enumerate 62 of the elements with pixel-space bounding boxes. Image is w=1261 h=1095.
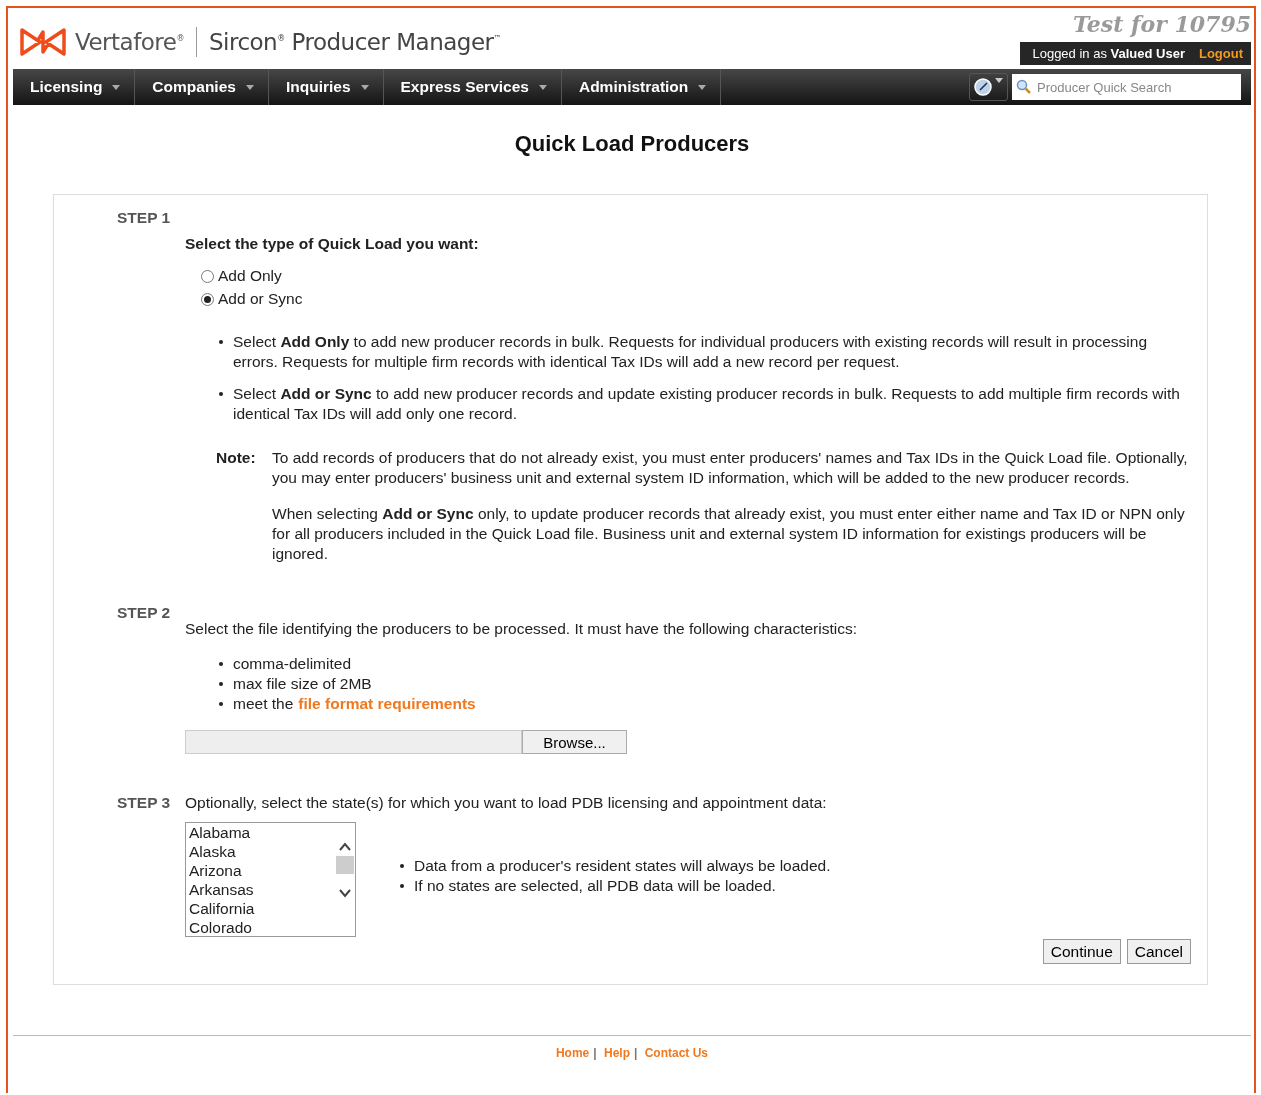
brand-name: Vertafore$^{®}$ [75,28,184,55]
state-option[interactable]: Alabama [189,823,335,842]
caret-icon [112,84,121,90]
step-label: STEP 3 [117,794,172,813]
radio-button[interactable] [201,269,214,283]
nav-menu[interactable]: Licensing [13,69,136,105]
history-button[interactable] [969,73,1008,101]
bullet-text: Select Add or Sync to add new producer records and update existing producer records in bulk. Requests to add multiple firm records with identical Tax IDs will add only one record. [233,384,1181,424]
step-prompt: Select the file identifying the producers to be processed. It must have the following characteristics: [185,620,859,638]
action-button[interactable]: Cancel [1126,939,1191,964]
state-option[interactable]: Arkansas [189,880,335,899]
state-option[interactable]: Colorado [189,918,335,937]
bullet-text: Select Add Only to add new producer records in bulk. Requests for individual producers with existing records will result in processing errors. Requests for multiple firm records with identical Tax IDs will add a new record per request. [233,332,1149,372]
bullet-icon [219,340,223,344]
state-option[interactable]: Arizona [189,861,335,880]
separator-text: | [593,1046,597,1060]
bullet-icon [400,864,404,868]
step-label: STEP 1 [117,209,172,227]
bullet-icon [219,392,223,396]
caret-icon [360,84,369,90]
note-text: When selecting Add or Sync only, to update producer records that already exist, you must enter either name and Tax ID or NPN only for all producers included in the Quick Load file. Business unit and external system ID information for existings producers will be ignored. [272,504,1186,564]
step-prompt: Select the type of Quick Load you want: [185,235,480,253]
action-button[interactable]: Continue [1042,939,1121,964]
state-option[interactable]: California [189,899,335,918]
logout-link[interactable]: Logout [1198,46,1243,61]
clock-icon [974,78,992,96]
page-title: Quick Load Producers [513,131,751,157]
bullet-icon [219,682,223,686]
scroll-thumb[interactable] [336,856,354,874]
step-label: STEP 2 [117,604,172,623]
bullet-text: comma-delimited [233,654,351,674]
step-prompt: Optionally, select the state(s) for which you want to load PDB licensing and appointment data: [185,794,828,812]
caret-icon [538,84,547,90]
environment-label: Test for 10795 [1073,10,1251,37]
bullet-icon [219,662,223,666]
nav-menu[interactable]: Express Services [383,69,562,105]
browse-button[interactable]: Browse... [522,730,627,754]
radio-option[interactable]: Add Only [201,267,1191,285]
bullet-icon [219,702,223,706]
separator-text: | [634,1046,638,1060]
bullet-icon [400,884,404,888]
product-name: Sircon$^{®}$ Producer Manager$^{™}$ [208,28,502,55]
bullet-text: meet the [233,694,294,714]
bullet-text: Data from a producer's resident states will always be loaded. [414,856,831,876]
bullet-text: If no states are selected, all PDB data will be loaded. [414,876,776,896]
nav-menu[interactable]: Inquiries [268,69,384,105]
radio-option[interactable]: Add or Sync [201,290,1191,308]
note-label: Note: [216,448,257,468]
caret-icon [245,84,254,90]
search-field[interactable]: Producer Quick Search [1012,74,1241,100]
nav-menu[interactable]: Companies [135,69,269,105]
radio-button[interactable] [201,292,214,306]
state-option[interactable]: Alaska [189,842,335,861]
file-path-field[interactable] [185,730,522,754]
note-text: To add records of producers that do not already exist, you must enter producers' names and Tax IDs in the Quick Load file. Optionally, you may enter producers' business unit and external system ID information, which will be added to the new producer records. [272,448,1189,488]
search-icon [1016,79,1032,95]
caret-icon [698,84,707,90]
logo-icon [19,25,67,58]
bullet-text: max file size of 2MB [233,674,372,694]
state-list[interactable]: Alabama Alaska Arizona Arkansas California Colorado [185,822,356,937]
nav-menu[interactable]: Administration [561,69,722,105]
logged-in-text: Logged in as Valued User [1032,46,1185,61]
